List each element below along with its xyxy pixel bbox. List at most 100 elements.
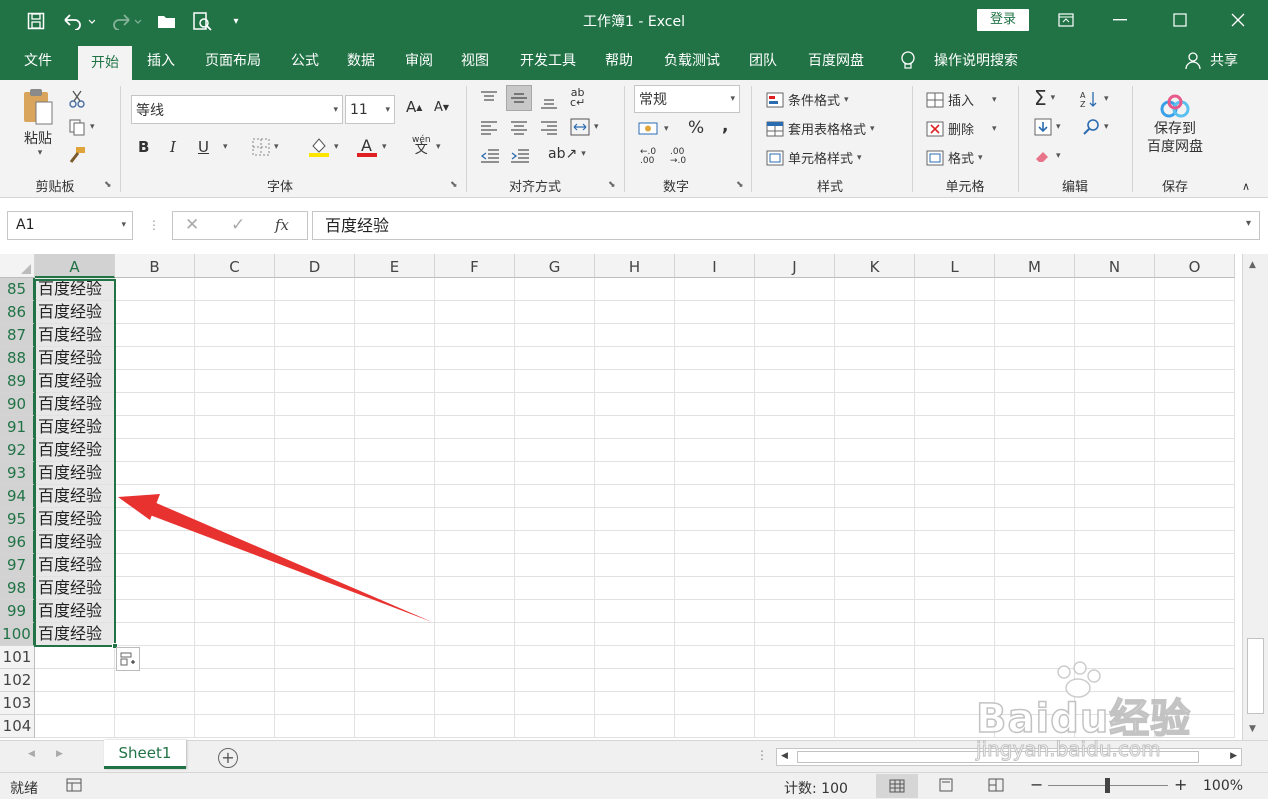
cell-a[interactable]: 百度经验 [35, 416, 115, 439]
row-header[interactable]: 103 [0, 692, 35, 715]
cell[interactable] [915, 439, 995, 462]
cell[interactable] [435, 692, 515, 715]
row-header[interactable]: 98 [0, 577, 35, 600]
cell[interactable] [1155, 485, 1235, 508]
close-icon[interactable] [1218, 6, 1258, 34]
accounting-format-icon[interactable]: ▾ [638, 120, 669, 138]
cell[interactable] [1075, 324, 1155, 347]
number-format-select[interactable]: 常规 ▾ [634, 85, 740, 113]
cell[interactable] [1075, 508, 1155, 531]
macro-record-icon[interactable] [66, 777, 82, 797]
decrease-decimal-button[interactable]: .00 →.0 [670, 148, 692, 166]
cell[interactable] [995, 347, 1075, 370]
cell[interactable] [515, 278, 595, 301]
cell[interactable] [275, 370, 355, 393]
cell[interactable] [355, 692, 435, 715]
cell[interactable] [195, 715, 275, 738]
tab-file[interactable]: 文件 [14, 42, 62, 80]
cell[interactable] [115, 439, 195, 462]
clear-icon[interactable]: ▾ [1034, 148, 1061, 164]
cell[interactable] [515, 393, 595, 416]
cell[interactable] [1075, 393, 1155, 416]
cell[interactable] [1155, 577, 1235, 600]
font-launcher-icon[interactable]: ⬊ [450, 180, 458, 190]
cell[interactable] [675, 485, 755, 508]
cell[interactable] [275, 554, 355, 577]
cell[interactable] [115, 554, 195, 577]
column-header-n[interactable]: N [1075, 254, 1155, 278]
cell[interactable] [835, 623, 915, 646]
column-header-b[interactable]: B [115, 254, 195, 278]
cell[interactable] [675, 347, 755, 370]
cell[interactable] [195, 416, 275, 439]
cell[interactable] [195, 485, 275, 508]
collapse-ribbon-icon[interactable]: ∧ [1242, 180, 1250, 193]
scroll-up-icon[interactable]: ▲ [1249, 260, 1256, 270]
cell[interactable] [595, 600, 675, 623]
cell-a[interactable]: 百度经验 [35, 370, 115, 393]
cell[interactable] [435, 485, 515, 508]
cell[interactable] [435, 416, 515, 439]
cell-a[interactable] [35, 692, 115, 715]
cell[interactable] [195, 646, 275, 669]
cell[interactable] [435, 347, 515, 370]
cell[interactable] [355, 301, 435, 324]
column-header-e[interactable]: E [355, 254, 435, 278]
cell[interactable] [595, 485, 675, 508]
cell[interactable] [835, 669, 915, 692]
enter-icon[interactable]: ✓ [231, 215, 245, 235]
cancel-icon[interactable]: ✕ [185, 215, 199, 235]
scroll-down-icon[interactable]: ▼ [1249, 724, 1256, 734]
scroll-left-icon[interactable]: ◀ [781, 751, 788, 761]
cell[interactable] [1155, 393, 1235, 416]
tab-formulas[interactable]: 公式 [282, 42, 328, 80]
cell[interactable] [1155, 347, 1235, 370]
zoom-out-icon[interactable]: − [1030, 775, 1043, 794]
tab-load-test[interactable]: 负载测试 [654, 42, 730, 80]
column-header-k[interactable]: K [835, 254, 915, 278]
cell[interactable] [755, 347, 835, 370]
cell[interactable] [1155, 301, 1235, 324]
cell[interactable] [995, 600, 1075, 623]
merge-center-icon[interactable]: ▾ [570, 118, 599, 136]
cell[interactable] [915, 600, 995, 623]
decrease-font-size-button[interactable]: A ▼ [434, 100, 449, 115]
cell[interactable] [195, 324, 275, 347]
cell[interactable] [355, 370, 435, 393]
cell[interactable] [1155, 623, 1235, 646]
comma-style-button[interactable]: , [722, 116, 728, 136]
cell[interactable] [755, 324, 835, 347]
cell[interactable] [435, 301, 515, 324]
column-header-c[interactable]: C [195, 254, 275, 278]
italic-button[interactable]: I [170, 138, 176, 156]
cell[interactable] [115, 393, 195, 416]
cell[interactable] [835, 278, 915, 301]
cell[interactable] [1155, 416, 1235, 439]
row-header[interactable]: 95 [0, 508, 35, 531]
cell[interactable] [995, 623, 1075, 646]
cell[interactable] [835, 485, 915, 508]
cell-a[interactable]: 百度经验 [35, 577, 115, 600]
cell[interactable] [755, 623, 835, 646]
cell[interactable] [835, 324, 915, 347]
cell[interactable] [195, 278, 275, 301]
align-right-icon[interactable] [540, 120, 558, 136]
cell[interactable] [1155, 324, 1235, 347]
cell[interactable] [595, 301, 675, 324]
row-header[interactable]: 91 [0, 416, 35, 439]
cell[interactable] [515, 485, 595, 508]
cell[interactable] [1075, 278, 1155, 301]
phonetic-guide-button[interactable]: wén 文 [412, 136, 431, 157]
increase-indent-icon[interactable] [510, 148, 530, 164]
cell[interactable] [915, 278, 995, 301]
cell[interactable] [195, 600, 275, 623]
column-header-o[interactable]: O [1155, 254, 1235, 278]
cell[interactable] [755, 669, 835, 692]
formula-bar-grip[interactable]: ⋮ [148, 218, 160, 232]
cell[interactable] [1075, 600, 1155, 623]
cell[interactable] [755, 554, 835, 577]
cell[interactable] [835, 692, 915, 715]
cell[interactable] [275, 531, 355, 554]
row-header[interactable]: 87 [0, 324, 35, 347]
alignment-launcher-icon[interactable]: ⬊ [608, 180, 616, 190]
